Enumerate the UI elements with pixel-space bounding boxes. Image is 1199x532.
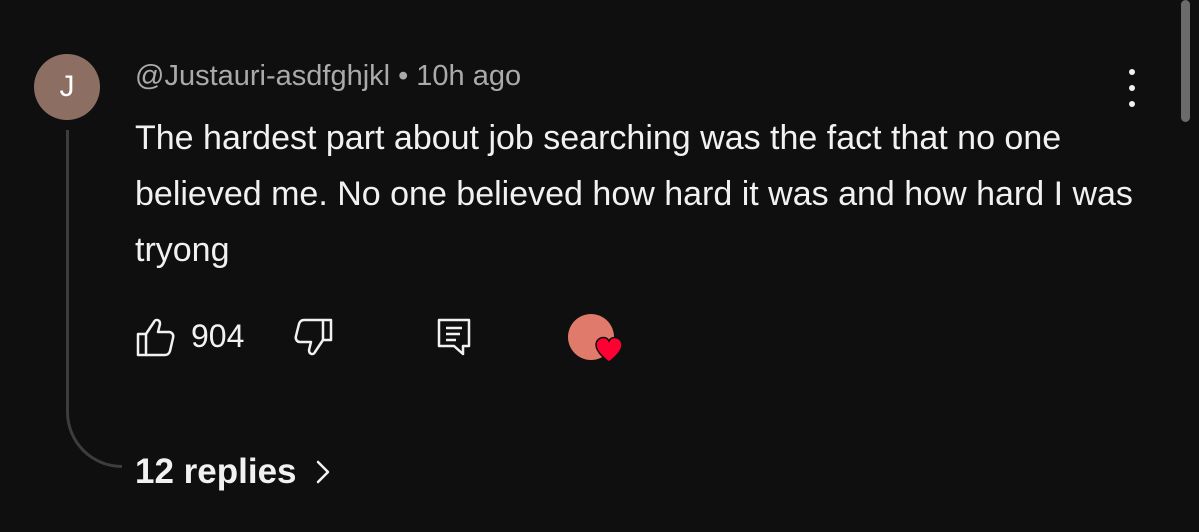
replies-label: 12 replies bbox=[135, 452, 297, 491]
more-vert-icon-dot bbox=[1129, 69, 1135, 75]
creator-heart-badge bbox=[568, 314, 628, 368]
avatar-letter: J bbox=[59, 70, 75, 103]
reply-icon bbox=[437, 318, 471, 356]
comment-card: J @Justauri-asdfghjkl • 10h ago The hardes… bbox=[0, 0, 1199, 532]
more-vert-icon-dot bbox=[1129, 101, 1135, 107]
chevron-right-icon bbox=[315, 459, 331, 485]
meta-separator: • bbox=[398, 60, 409, 92]
dislike-button[interactable] bbox=[292, 316, 334, 363]
avatar[interactable]: J bbox=[34, 54, 100, 120]
thumbs-down-icon bbox=[294, 318, 333, 356]
comment-text: The hardest part about job searching was… bbox=[135, 119, 1133, 269]
comment-time[interactable]: 10h ago bbox=[416, 60, 521, 92]
more-vert-icon-dot bbox=[1129, 85, 1135, 91]
author-handle[interactable]: @Justauri-asdfghjkl bbox=[135, 60, 390, 92]
view-replies-button[interactable]: 12 replies bbox=[135, 450, 331, 494]
more-options-button[interactable] bbox=[1118, 66, 1146, 110]
heart-icon bbox=[595, 336, 623, 363]
thread-connector-line bbox=[66, 130, 122, 468]
comment-meta: @Justauri-asdfghjkl • 10h ago bbox=[135, 58, 521, 94]
thumbs-up-icon bbox=[136, 318, 175, 357]
like-button[interactable] bbox=[135, 316, 177, 363]
reply-button[interactable] bbox=[436, 316, 474, 363]
scrollbar[interactable] bbox=[1181, 0, 1190, 122]
like-count: 904 bbox=[191, 318, 245, 354]
